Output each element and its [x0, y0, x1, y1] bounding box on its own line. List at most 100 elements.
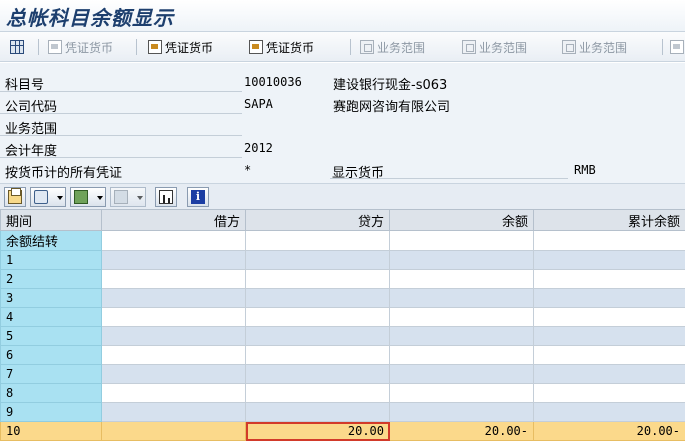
- balance-cell[interactable]: [389, 307, 534, 327]
- credit-cell[interactable]: [245, 345, 390, 365]
- table-row[interactable]: 9: [0, 402, 685, 422]
- column-header-debit[interactable]: 借方: [101, 209, 246, 231]
- doc-currency-button-1[interactable]: 凭证货币: [48, 37, 113, 57]
- table-row[interactable]: 8: [0, 383, 685, 403]
- period-cell[interactable]: 8: [0, 383, 102, 403]
- cumulative-cell[interactable]: [533, 288, 685, 308]
- cumulative-cell[interactable]: [533, 307, 685, 327]
- debit-cell[interactable]: [101, 307, 246, 327]
- table-row[interactable]: 1: [0, 250, 685, 270]
- period-cell[interactable]: 4: [0, 307, 102, 327]
- cumulative-cell[interactable]: [533, 326, 685, 346]
- business-area-button-1[interactable]: 业务范围: [360, 37, 425, 57]
- layout-button[interactable]: [110, 187, 146, 207]
- debit-cell[interactable]: [101, 364, 246, 384]
- credit-cell[interactable]: [245, 364, 390, 384]
- doc-currency-button-2[interactable]: 凭证货币: [148, 37, 213, 57]
- cumulative-cell[interactable]: [533, 269, 685, 289]
- doc-currency-label-3: 凭证货币: [266, 40, 315, 55]
- period-cell[interactable]: 3: [0, 288, 102, 308]
- table-row[interactable]: 7: [0, 364, 685, 384]
- doc-currency-button-3[interactable]: 凭证货币: [249, 37, 314, 57]
- debit-cell[interactable]: [101, 402, 246, 422]
- table-row[interactable]: 2: [0, 269, 685, 289]
- cumulative-cell[interactable]: [533, 364, 685, 384]
- column-header-cumulative[interactable]: 累计余额: [533, 209, 685, 231]
- period-cell[interactable]: 10: [0, 421, 102, 441]
- cumulative-cell[interactable]: [533, 402, 685, 422]
- table-row[interactable]: 5: [0, 326, 685, 346]
- credit-cell[interactable]: [245, 288, 390, 308]
- display-currency-value: RMB: [574, 163, 596, 177]
- title-bar: 总帐科目余额显示: [0, 0, 685, 32]
- balance-cell[interactable]: [389, 230, 534, 251]
- documents-label: 按货币计的所有凭证: [5, 166, 123, 181]
- debit-cell[interactable]: [101, 421, 246, 441]
- info-button[interactable]: i: [187, 187, 209, 207]
- debit-cell[interactable]: [101, 250, 246, 270]
- grid-icon: [10, 40, 24, 54]
- credit-cell[interactable]: [245, 250, 390, 270]
- credit-cell[interactable]: [245, 230, 390, 251]
- table-row[interactable]: 4: [0, 307, 685, 327]
- balance-cell[interactable]: [389, 345, 534, 365]
- balance-table: 期间 借方 贷方 余额 累计余额 余额结转 1 2 3 4 5 6 7 8 9 …: [0, 209, 685, 441]
- cumulative-cell[interactable]: [533, 250, 685, 270]
- column-header-credit[interactable]: 贷方: [245, 209, 390, 231]
- debit-cell[interactable]: [101, 269, 246, 289]
- credit-cell[interactable]: [245, 307, 390, 327]
- debit-cell[interactable]: [101, 230, 246, 251]
- credit-cell[interactable]: [245, 383, 390, 403]
- print-button[interactable]: [4, 187, 26, 207]
- cumulative-cell[interactable]: [533, 345, 685, 365]
- credit-cell[interactable]: [245, 402, 390, 422]
- account-value: 10010036: [244, 75, 302, 89]
- period-cell[interactable]: 1: [0, 250, 102, 270]
- toolbar-separator: [38, 39, 39, 55]
- balance-cell[interactable]: 20.00-: [389, 421, 534, 441]
- table-row[interactable]: 6: [0, 345, 685, 365]
- credit-cell[interactable]: [245, 326, 390, 346]
- period-cell[interactable]: 6: [0, 345, 102, 365]
- period-cell[interactable]: 5: [0, 326, 102, 346]
- business-area-button-3[interactable]: 业务范围: [562, 37, 627, 57]
- period-cell[interactable]: 9: [0, 402, 102, 422]
- credit-cell[interactable]: [245, 269, 390, 289]
- balance-cell[interactable]: [389, 326, 534, 346]
- chevron-down-icon: [97, 196, 103, 200]
- document-org-icon: [249, 40, 263, 54]
- doc-currency-label-1: 凭证货币: [65, 40, 114, 55]
- documents-row: 按货币计的所有凭证 * 显示货币 RMB: [0, 159, 685, 181]
- credit-cell[interactable]: 20.00: [245, 421, 390, 441]
- org-icon: [360, 40, 374, 54]
- balance-cell[interactable]: [389, 402, 534, 422]
- export-button[interactable]: [70, 187, 106, 207]
- view-button[interactable]: [30, 187, 66, 207]
- debit-cell[interactable]: [101, 288, 246, 308]
- debit-cell[interactable]: [101, 326, 246, 346]
- layout-button[interactable]: [10, 37, 24, 57]
- more-button[interactable]: [670, 37, 684, 57]
- balance-cell[interactable]: [389, 383, 534, 403]
- balance-cell[interactable]: [389, 288, 534, 308]
- debit-cell[interactable]: [101, 345, 246, 365]
- chevron-down-icon: [137, 196, 143, 200]
- grid-toolbar: i: [0, 183, 685, 209]
- table-row[interactable]: 3: [0, 288, 685, 308]
- table-row[interactable]: 余额结转: [0, 230, 685, 251]
- period-cell[interactable]: 2: [0, 269, 102, 289]
- column-header-period[interactable]: 期间: [0, 209, 102, 231]
- balance-cell[interactable]: [389, 269, 534, 289]
- period-cell[interactable]: 7: [0, 364, 102, 384]
- cumulative-cell[interactable]: 20.00-: [533, 421, 685, 441]
- period-cell[interactable]: 余额结转: [0, 230, 102, 251]
- table-row-selected[interactable]: 10 20.00 20.00- 20.00-: [0, 421, 685, 441]
- balance-cell[interactable]: [389, 364, 534, 384]
- chart-button[interactable]: [155, 187, 177, 207]
- balance-cell[interactable]: [389, 250, 534, 270]
- cumulative-cell[interactable]: [533, 383, 685, 403]
- cumulative-cell[interactable]: [533, 230, 685, 251]
- debit-cell[interactable]: [101, 383, 246, 403]
- column-header-balance[interactable]: 余额: [389, 209, 534, 231]
- business-area-button-2[interactable]: 业务范围: [462, 37, 527, 57]
